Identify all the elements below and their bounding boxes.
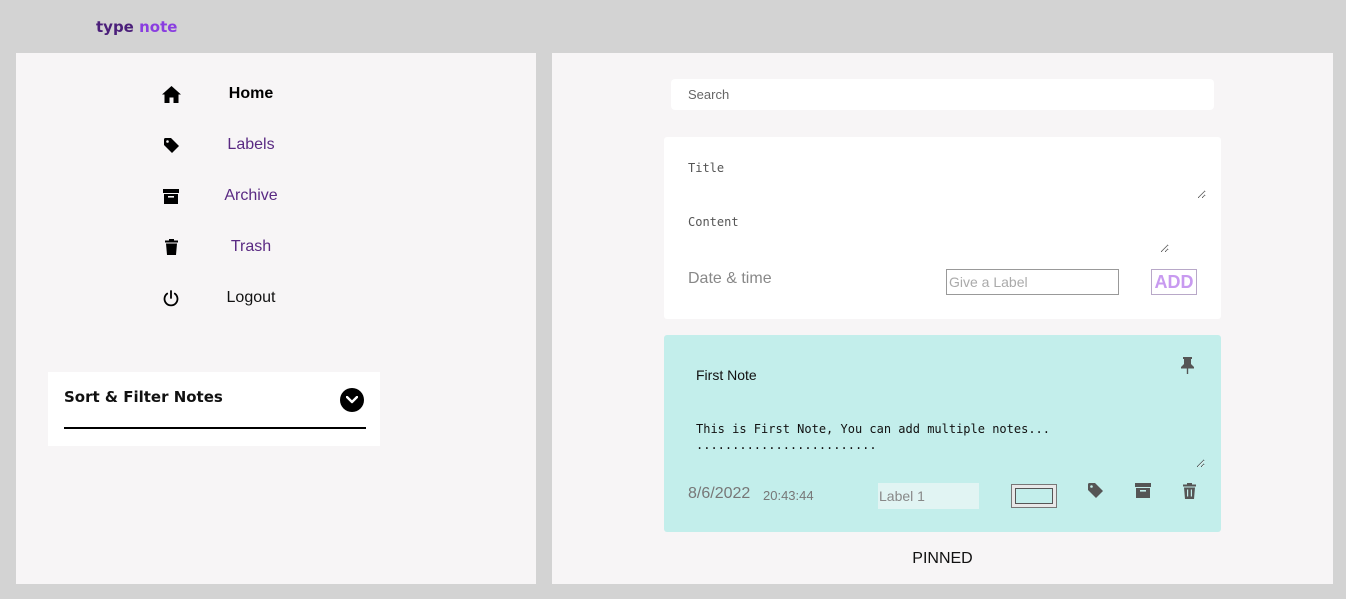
label-field[interactable] <box>946 269 1119 295</box>
note-date: 8/6/2022 <box>688 485 751 502</box>
sidebar-item-label: Archive <box>224 187 278 204</box>
trash-icon[interactable] <box>1183 483 1201 501</box>
tag-icon <box>161 135 181 155</box>
tag-icon[interactable] <box>1088 483 1106 501</box>
sidebar-item-label: Labels <box>227 136 275 153</box>
note-content[interactable]: This is First Note, You can add multiple… <box>696 421 1205 468</box>
sidebar-item-label: Home <box>228 85 274 102</box>
archive-icon <box>161 186 181 206</box>
sidebar-item-labels[interactable]: Labels <box>161 130 291 160</box>
new-note-form: Date & time ADD <box>664 137 1221 319</box>
sidebar-item-trash[interactable]: Trash <box>161 232 291 262</box>
color-swatch <box>1015 488 1053 504</box>
sidebar: Home Labels Archive Trash Logout Sort & … <box>16 53 536 584</box>
sidebar-item-logout[interactable]: Logout <box>161 283 291 313</box>
archive-icon[interactable] <box>1135 483 1153 501</box>
sort-filter-divider <box>64 427 366 429</box>
note-time: 20:43:44 <box>763 488 814 503</box>
note-card: First Note This is First Note, You can a… <box>664 335 1221 532</box>
sort-filter-panel[interactable]: Sort & Filter Notes <box>48 372 380 446</box>
pinned-section-label: PINNED <box>912 550 973 567</box>
sidebar-item-archive[interactable]: Archive <box>161 181 291 211</box>
note-content-field[interactable] <box>688 215 1169 253</box>
power-icon <box>161 288 181 308</box>
logo-part-type: type <box>96 18 134 36</box>
note-title-field[interactable] <box>688 161 1206 199</box>
sort-filter-title: Sort & Filter Notes <box>64 388 223 406</box>
logo-part-note: note <box>139 18 178 36</box>
app-logo: type note <box>96 18 177 36</box>
trash-icon <box>161 237 181 257</box>
note-title: First Note <box>696 367 757 383</box>
sidebar-item-label: Logout <box>226 289 276 306</box>
main-panel: Date & time ADD First Note This is First… <box>552 53 1333 584</box>
note-label-field[interactable] <box>878 483 979 509</box>
chevron-down-icon[interactable] <box>340 388 364 412</box>
pin-icon[interactable] <box>1181 357 1194 379</box>
sidebar-item-home[interactable]: Home <box>161 79 291 109</box>
date-time-label: Date & time <box>688 270 772 287</box>
sidebar-item-label: Trash <box>230 238 272 255</box>
note-color-picker[interactable] <box>1011 484 1057 508</box>
search-input[interactable] <box>671 79 1214 110</box>
home-icon <box>161 84 181 104</box>
add-note-button[interactable]: ADD <box>1151 269 1197 295</box>
